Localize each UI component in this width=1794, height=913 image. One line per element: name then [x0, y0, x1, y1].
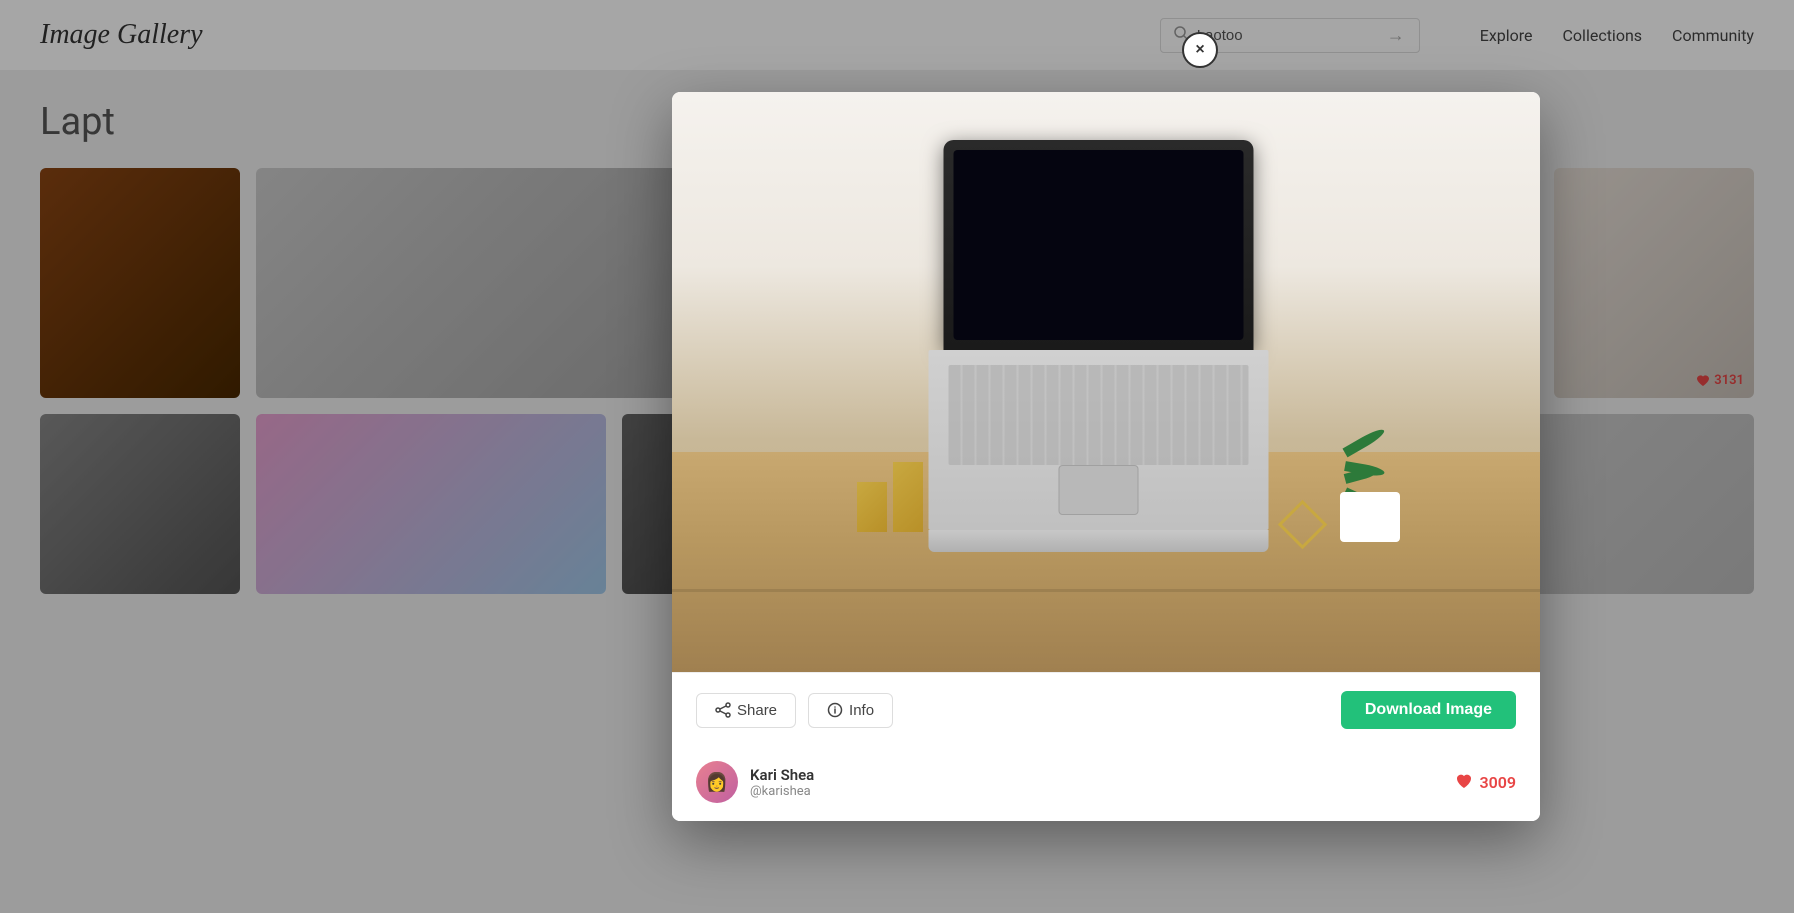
gold-block-1: [857, 482, 887, 532]
info-icon: [827, 702, 843, 718]
like-number: 3009: [1479, 773, 1516, 792]
author-info: Kari Shea @karishea: [750, 766, 814, 799]
footer-actions: Share Info: [696, 693, 893, 728]
laptop: [944, 140, 1269, 552]
laptop-base: [929, 530, 1269, 552]
gold-block-2: [893, 462, 923, 532]
laptop-screen: [954, 150, 1244, 340]
desk-stripe: [672, 589, 1540, 592]
share-label: Share: [737, 702, 777, 719]
author-section: 👩 Kari Shea @karishea 3009: [672, 747, 1540, 821]
share-button[interactable]: Share: [696, 693, 796, 728]
close-button[interactable]: ×: [1182, 32, 1218, 68]
share-icon: [715, 702, 731, 718]
modal-image: [672, 92, 1540, 672]
info-label: Info: [849, 702, 874, 719]
laptop-keyboard: [949, 365, 1249, 465]
author-handle: @karishea: [750, 784, 814, 799]
laptop-screen-housing: [944, 140, 1254, 350]
image-modal: Share Info Download Image 👩: [672, 92, 1540, 821]
laptop-keyboard-area: [929, 350, 1269, 530]
author-avatar: 👩: [696, 761, 738, 803]
download-label: Download Image: [1365, 701, 1492, 718]
heart-icon: [1455, 773, 1473, 791]
leaf-1: [1343, 426, 1387, 457]
avatar-emoji: 👩: [706, 772, 728, 793]
plant-pot: [1340, 492, 1400, 542]
modal-footer: Share Info Download Image: [672, 672, 1540, 747]
laptop-trackpad: [1059, 465, 1139, 515]
plant-decoration: [1340, 492, 1400, 542]
download-button[interactable]: Download Image: [1341, 691, 1516, 729]
info-button[interactable]: Info: [808, 693, 893, 728]
plant-leaves: [1345, 448, 1390, 497]
author-name: Kari Shea: [750, 766, 814, 784]
like-count: 3009: [1455, 773, 1516, 792]
